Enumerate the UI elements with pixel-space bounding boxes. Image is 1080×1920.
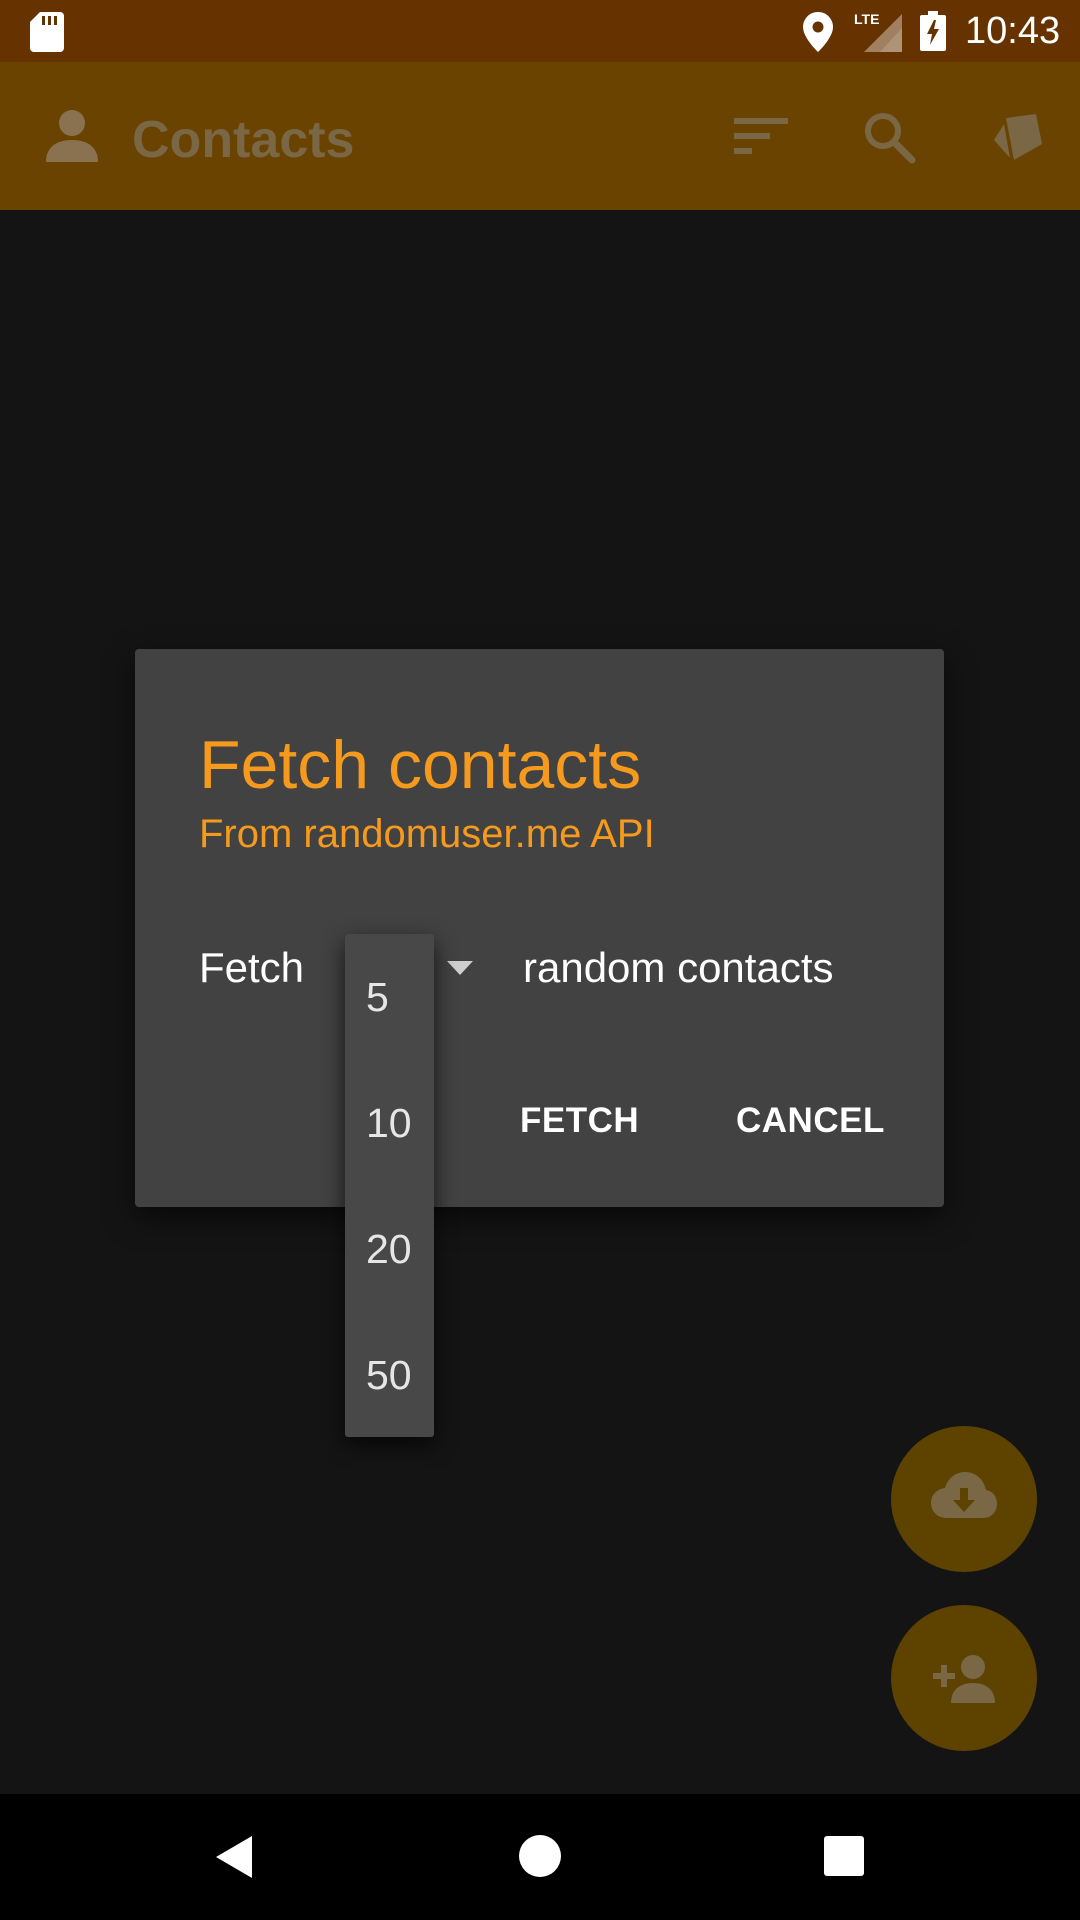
dropdown-option-10[interactable]: 10: [366, 1100, 434, 1146]
home-icon[interactable]: [518, 1834, 562, 1883]
status-time: 10:43: [965, 10, 1061, 52]
cloud-download-icon: [931, 1472, 997, 1518]
dialog-title: Fetch contacts: [199, 727, 642, 803]
fetch-label: Fetch: [199, 944, 305, 991]
dialog-subtitle: From randomuser.me API: [199, 812, 655, 856]
random-contacts-label: random contacts: [523, 944, 834, 991]
search-icon[interactable]: [862, 110, 916, 169]
svg-text:LTE: LTE: [854, 11, 879, 27]
battery-charging-icon: [920, 11, 946, 56]
add-person-icon: [933, 1655, 995, 1703]
sort-icon[interactable]: [734, 114, 788, 163]
add-contact-fab[interactable]: [891, 1605, 1037, 1751]
dropdown-option-50[interactable]: 50: [366, 1352, 434, 1398]
cancel-button[interactable]: CANCEL: [736, 1101, 885, 1141]
fetch-contacts-fab[interactable]: [891, 1426, 1037, 1572]
location-icon: [803, 12, 833, 57]
recents-icon[interactable]: [824, 1836, 864, 1881]
navigation-bar: [0, 1794, 1080, 1920]
sd-card-icon: [30, 12, 64, 57]
tag-icon[interactable]: [988, 110, 1044, 169]
app-bar: Contacts: [0, 62, 1080, 210]
back-icon[interactable]: [214, 1834, 254, 1885]
app-title: Contacts: [132, 111, 355, 169]
status-bar: LTE 10:43: [0, 0, 1080, 62]
lte-signal-icon: LTE: [852, 10, 902, 57]
dropdown-option-20[interactable]: 20: [366, 1226, 434, 1272]
person-icon: [44, 108, 100, 169]
chevron-down-icon[interactable]: [447, 961, 473, 975]
count-dropdown-menu: 5 10 20 50: [345, 934, 434, 1437]
fetch-contacts-dialog: Fetch contacts From randomuser.me API Fe…: [135, 649, 944, 1207]
fetch-button[interactable]: FETCH: [520, 1101, 639, 1141]
dropdown-option-5[interactable]: 5: [366, 974, 434, 1020]
